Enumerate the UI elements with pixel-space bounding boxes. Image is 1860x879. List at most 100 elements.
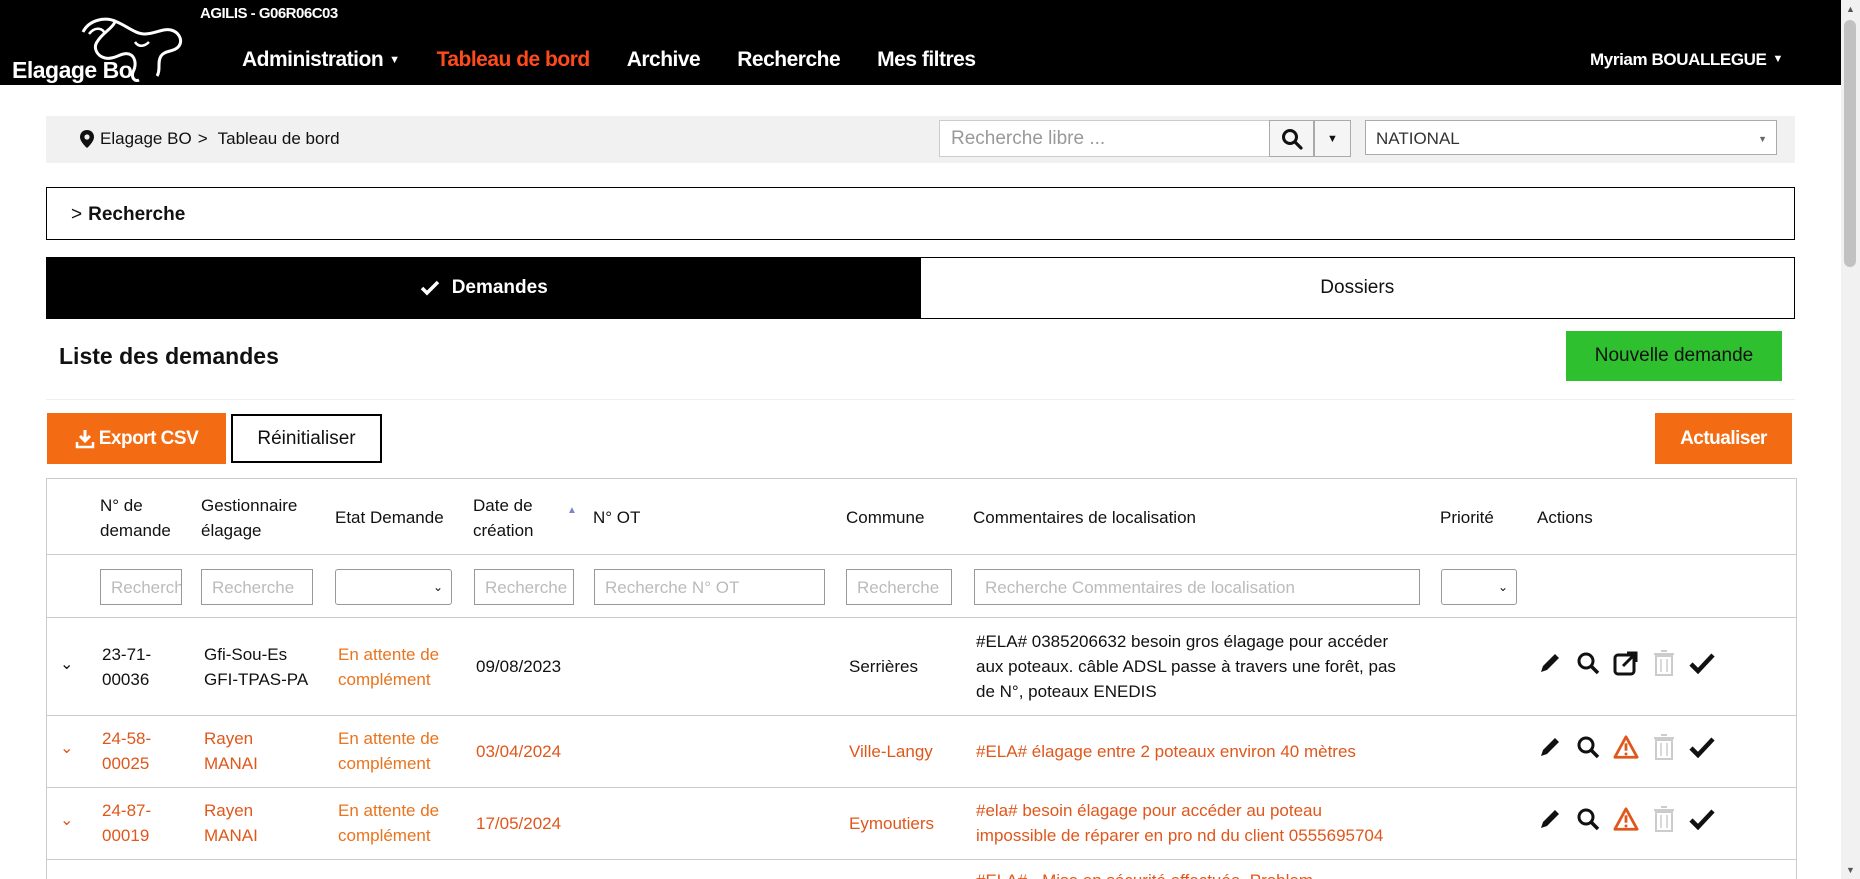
scroll-up-icon[interactable]: ▲: [1846, 4, 1855, 14]
sort-asc-icon[interactable]: ▲: [567, 505, 577, 516]
row-date: 17/05/2024: [476, 814, 562, 833]
tab-dossiers[interactable]: Dossiers: [920, 258, 1794, 318]
nav-mes-filtres[interactable]: Mes filtres: [877, 48, 976, 72]
edit-pencil-icon[interactable]: [1537, 734, 1563, 760]
col-priorite[interactable]: Priorité: [1440, 505, 1494, 530]
page-scrollbar[interactable]: ▲ ▼: [1841, 0, 1860, 879]
nav-administration[interactable]: Administration ▼: [242, 48, 400, 72]
caret-down-icon: ▼: [1758, 134, 1767, 144]
row-comment: aux poteaux. câble ADSL passe à travers …: [976, 657, 1396, 676]
nav-recherche[interactable]: Recherche: [737, 48, 840, 72]
row-num: 24-58-: [102, 729, 152, 748]
row-num: 00036: [102, 670, 150, 689]
actualiser-button[interactable]: Actualiser: [1655, 413, 1792, 464]
expand-chevron-icon[interactable]: ⌄: [60, 738, 73, 758]
filter-commune-input[interactable]: Recherche: [846, 569, 952, 605]
trash-icon: [1651, 734, 1677, 760]
filter-date-input[interactable]: Recherche: [474, 569, 574, 605]
region-select[interactable]: NATIONAL ▼: [1365, 120, 1777, 155]
table-row[interactable]: ⌄ 24-58- 00025 Rayen MANAI En attente de co…: [47, 716, 1796, 788]
table-header: N° de demande Gestionnaire élagage Etat …: [47, 479, 1796, 555]
row-num: 23-71-: [102, 645, 152, 664]
validate-check-icon[interactable]: [1689, 650, 1715, 676]
table-row[interactable]: #ELA# - Mise en sécurité effectuée. Prob…: [47, 860, 1796, 879]
table-row[interactable]: ⌄ 24-87- 00019 Rayen MANAI En attente de co…: [47, 788, 1796, 860]
expand-chevron-icon[interactable]: ⌄: [60, 810, 73, 830]
search-icon[interactable]: [1575, 806, 1601, 832]
tab-demandes[interactable]: Demandes: [47, 258, 921, 318]
row-date: 03/04/2024: [476, 742, 562, 761]
row-etat: complément: [338, 670, 431, 689]
col-actions: Actions: [1537, 508, 1593, 527]
filter-ot-input[interactable]: Recherche N° OT: [594, 569, 825, 605]
main-nav: Administration ▼ Tableau de bord Archive …: [242, 48, 1013, 72]
nav-tableau-de-bord[interactable]: Tableau de bord: [437, 48, 591, 72]
search-icon[interactable]: [1575, 734, 1601, 760]
col-date-creation[interactable]: Date de création: [473, 493, 543, 543]
breadcrumb-separator: >: [197, 129, 208, 148]
filter-row: Recherche Recherche ⌄ Recherche Recherch…: [47, 555, 1796, 618]
row-num: 00019: [102, 826, 150, 845]
row-actions: [1537, 734, 1715, 760]
row-gestionnaire: GFI-TPAS-PA: [204, 670, 309, 689]
location-pin-icon: [80, 130, 94, 148]
col-gestionnaire[interactable]: Gestionnaire élagage: [201, 493, 311, 543]
breadcrumb-root[interactable]: Elagage BO: [100, 129, 192, 149]
external-link-icon[interactable]: [1613, 650, 1639, 676]
validate-check-icon[interactable]: [1689, 806, 1715, 832]
list-title: Liste des demandes: [59, 343, 279, 369]
col-num-demande[interactable]: N° de demande: [100, 493, 180, 543]
warning-icon[interactable]: [1613, 806, 1639, 832]
col-commentaires[interactable]: Commentaires de localisation: [973, 505, 1196, 530]
demandes-table: N° de demande Gestionnaire élagage Etat …: [46, 478, 1797, 879]
row-commune: Ville-Langy: [849, 742, 933, 761]
search-options-dropdown[interactable]: ▼: [1314, 120, 1351, 157]
search-icon[interactable]: [1575, 650, 1601, 676]
col-commune[interactable]: Commune: [846, 505, 924, 530]
caret-down-icon: ▼: [1327, 132, 1338, 145]
edit-pencil-icon[interactable]: [1537, 806, 1563, 832]
col-num-ot[interactable]: N° OT: [593, 505, 640, 530]
reinitialiser-button[interactable]: Réinitialiser: [231, 414, 382, 463]
top-navbar: AGILIS - G06R06C03 Elagage Bo Administra…: [0, 0, 1841, 85]
filter-commentaires-input[interactable]: Recherche Commentaires de localisation: [974, 569, 1420, 605]
caret-down-icon: ▼: [389, 54, 400, 66]
row-gestionnaire: Rayen: [204, 729, 254, 748]
export-csv-button[interactable]: Export CSV: [47, 413, 226, 464]
scroll-down-icon[interactable]: ▼: [1846, 865, 1855, 875]
row-actions: [1537, 806, 1715, 832]
breadcrumb: Elagage BO > Tableau de bord: [80, 129, 340, 149]
caret-down-icon: ▼: [1772, 53, 1784, 65]
recherche-toggle[interactable]: > Recherche: [46, 187, 1795, 240]
user-menu[interactable]: Myriam BOUALLEGUE ▼: [1590, 50, 1783, 70]
row-num: 00025: [102, 754, 150, 773]
search-input[interactable]: Recherche libre ...: [939, 120, 1270, 157]
col-etat[interactable]: Etat Demande: [335, 505, 444, 530]
filter-num-input[interactable]: Recherche: [100, 569, 182, 605]
expand-chevron-icon[interactable]: ⌄: [60, 654, 73, 674]
app-tag: AGILIS - G06R06C03: [200, 5, 338, 22]
edit-pencil-icon[interactable]: [1537, 650, 1563, 676]
download-icon: [75, 429, 94, 448]
scroll-thumb[interactable]: [1844, 20, 1856, 267]
filter-gestionnaire-input[interactable]: Recherche: [201, 569, 313, 605]
trash-icon: [1651, 806, 1677, 832]
search-button[interactable]: [1269, 120, 1314, 157]
chevron-right-icon: >: [71, 204, 83, 225]
recherche-label: Recherche: [88, 204, 186, 225]
validate-check-icon[interactable]: [1689, 734, 1715, 760]
nav-archive[interactable]: Archive: [627, 48, 701, 72]
nouvelle-demande-button[interactable]: Nouvelle demande: [1566, 331, 1782, 381]
breadcrumb-current: Tableau de bord: [217, 129, 340, 148]
row-commune: Eymoutiers: [849, 814, 935, 833]
filter-priorite-select[interactable]: ⌄: [1441, 569, 1517, 605]
warning-icon[interactable]: [1613, 734, 1639, 760]
row-etat: En attente de: [338, 801, 440, 820]
table-row[interactable]: ⌄ 23-71- 00036 Gfi-Sou-Es GFI-TPAS-PA En a…: [47, 618, 1796, 716]
row-gestionnaire: Gfi-Sou-Es: [204, 645, 288, 664]
trash-icon: [1651, 650, 1677, 676]
row-commune: Serrières: [849, 657, 918, 676]
logo-text[interactable]: Elagage Bo: [12, 57, 133, 84]
filter-etat-select[interactable]: ⌄: [335, 569, 452, 605]
row-comment: #ELA# élagage entre 2 poteaux environ 40…: [976, 742, 1356, 761]
